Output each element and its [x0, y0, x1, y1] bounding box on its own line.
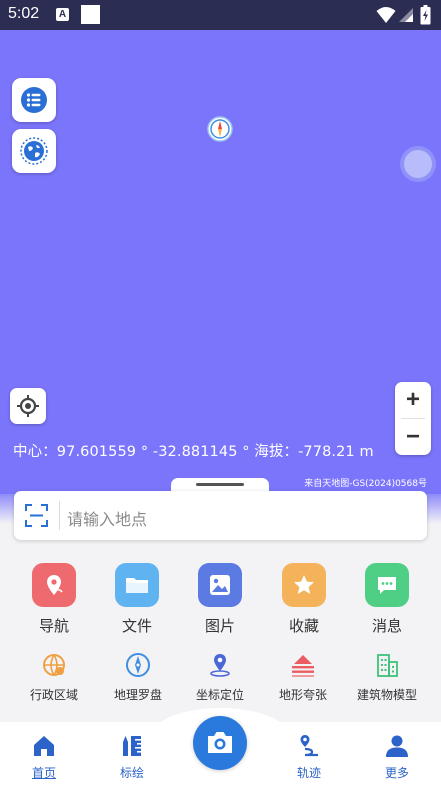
tool-terrain-exaggeration[interactable]: 地形夸张	[259, 652, 347, 703]
tab-home[interactable]: 首页	[14, 734, 74, 781]
tab-label: 标绘	[119, 766, 144, 780]
message-icon	[365, 563, 409, 607]
star-icon	[282, 563, 326, 607]
map-attribution: 来自天地图-GS(2024)0568号	[304, 479, 427, 489]
tool-label: 建筑物模型	[356, 688, 417, 702]
admin-region-icon	[43, 654, 65, 676]
tab-label: 更多	[384, 766, 409, 780]
action-label: 消息	[371, 617, 402, 635]
tool-label: 地形夸张	[278, 688, 327, 702]
tool-admin-region[interactable]: 行政区域	[10, 652, 98, 703]
action-label: 文件	[121, 617, 152, 635]
tool-label: 地理罗盘	[113, 688, 162, 702]
coordinate-pin-icon	[210, 654, 230, 677]
action-navigation[interactable]: 导航	[24, 563, 84, 636]
tool-building-model[interactable]: 建筑物模型	[343, 652, 431, 703]
action-label: 图片	[204, 617, 235, 635]
search-separator	[59, 501, 60, 530]
tool-label: 坐标定位	[195, 688, 244, 702]
track-icon	[300, 735, 318, 757]
locate-button[interactable]	[10, 388, 46, 424]
sheet-drag-handle[interactable]	[196, 483, 244, 486]
home-icon	[34, 736, 54, 756]
tab-label: 轨迹	[296, 766, 321, 780]
tool-label: 行政区域	[29, 688, 78, 702]
navigation-pin-icon	[32, 563, 76, 607]
action-label: 收藏	[288, 617, 319, 635]
tool-coordinate-locate[interactable]: 坐标定位	[176, 652, 264, 703]
layers-list-button[interactable]	[12, 78, 56, 122]
tab-track[interactable]: 轨迹	[279, 734, 339, 781]
zoom-control: + −	[395, 382, 431, 455]
zoom-out-button[interactable]: −	[395, 419, 431, 455]
action-files[interactable]: 文件	[107, 563, 167, 636]
camera-icon	[208, 732, 232, 753]
layers-list-icon	[21, 87, 47, 113]
a-icon: A	[56, 8, 69, 21]
globe-button[interactable]	[12, 129, 56, 173]
plot-ruler-icon	[123, 736, 141, 756]
geo-compass-icon	[126, 653, 150, 677]
tool-geo-compass[interactable]: 地理罗盘	[94, 652, 182, 703]
tab-plot[interactable]: 标绘	[102, 734, 162, 781]
current-location-marker	[402, 148, 434, 180]
status-bar: 5:02 A	[0, 0, 441, 30]
globe-icon	[20, 137, 48, 165]
locate-icon	[17, 395, 39, 417]
terrain-exaggeration-icon	[292, 655, 314, 677]
action-label: 导航	[38, 617, 69, 635]
action-pictures[interactable]: 图片	[190, 563, 250, 636]
tab-label: 首页	[31, 766, 56, 780]
wifi-icon	[376, 7, 396, 23]
search-bar[interactable]: 请输入地点	[14, 491, 427, 540]
signal-icon	[399, 8, 413, 22]
tab-more[interactable]: 更多	[367, 734, 427, 781]
picture-icon	[198, 563, 242, 607]
battery-icon	[420, 5, 431, 25]
action-favorites[interactable]: 收藏	[274, 563, 334, 636]
scan-icon[interactable]	[25, 504, 48, 527]
main-actions: 导航 文件 图片 收藏 消息	[0, 563, 441, 638]
user-more-icon	[386, 735, 408, 757]
search-input[interactable]: 请输入地点	[67, 506, 147, 530]
square-icon	[81, 5, 100, 24]
folder-icon	[115, 563, 159, 607]
compass-icon[interactable]	[207, 116, 233, 142]
building-model-icon	[377, 654, 398, 677]
action-messages[interactable]: 消息	[357, 563, 417, 636]
status-time: 5:02	[8, 5, 40, 22]
camera-button[interactable]	[193, 716, 247, 770]
map-center-readout: 中心：97.601559 ° -32.881145 ° 海拔：-778.21 m	[13, 444, 374, 460]
tool-actions: 行政区域 地理罗盘 坐标定位 地形夸张 建筑物模型	[0, 652, 441, 702]
zoom-in-button[interactable]: +	[395, 382, 431, 418]
